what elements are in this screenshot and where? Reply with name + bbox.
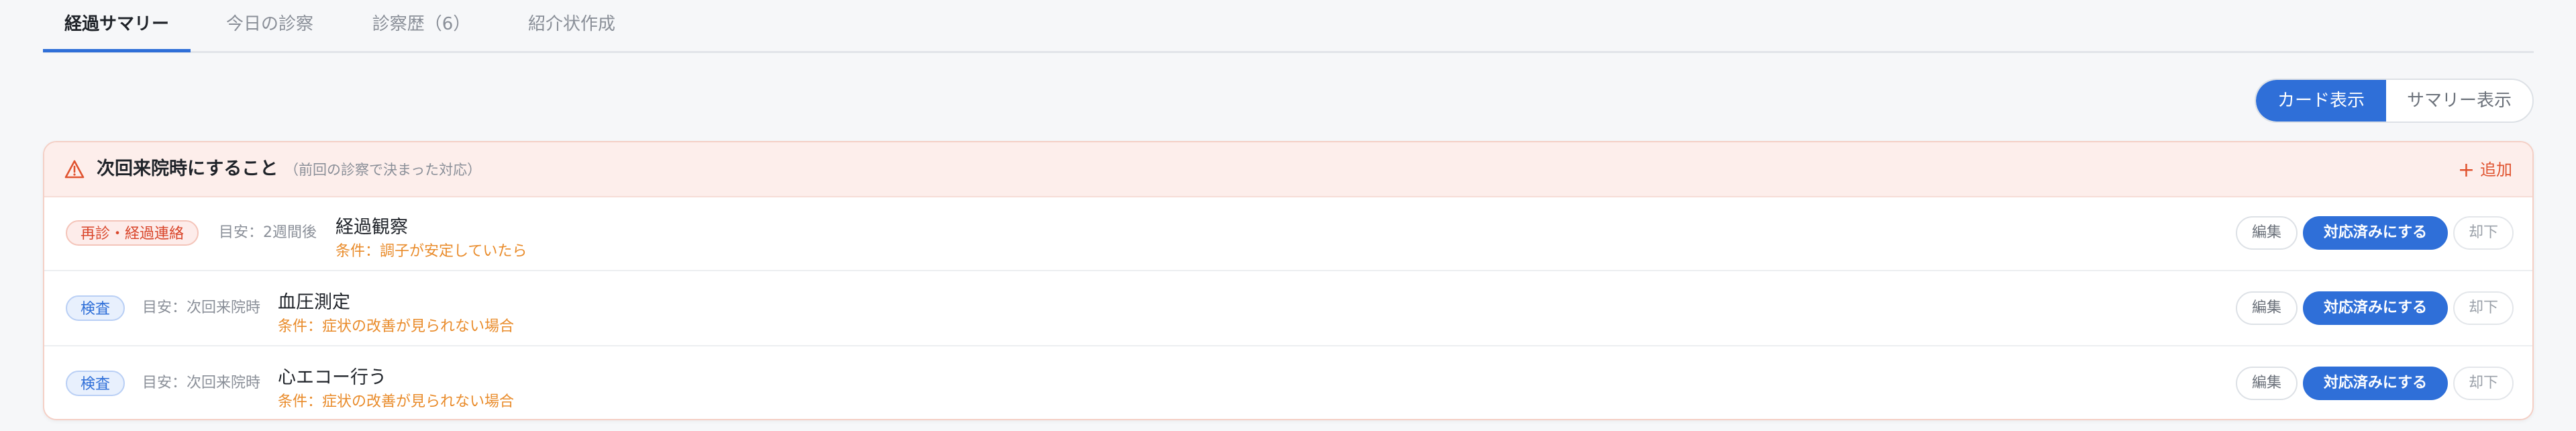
edit-button[interactable]: 編集	[2236, 291, 2298, 325]
tab-today-exam[interactable]: 今日の診察	[209, 0, 330, 51]
item-condition: 条件：症状の改善が見られない場合	[278, 318, 515, 335]
reject-button[interactable]: 却下	[2453, 367, 2514, 400]
reject-button[interactable]: 却下	[2453, 216, 2514, 250]
card-title: 次回来院時にすること	[97, 158, 278, 179]
list-item: 検査 目安：次回来院時 血圧測定 条件：症状の改善が見られない場合 編集 対応済…	[44, 271, 2532, 346]
card-header: 次回来院時にすること （前回の診察で決まった対応） + 追加	[44, 142, 2532, 197]
tab-referral-letter[interactable]: 紹介状作成	[510, 0, 633, 51]
category-tag: 検査	[66, 371, 125, 396]
list-item: 検査 目安：次回来院時 心エコー行う 条件：症状の改善が見られない場合 編集 対…	[44, 346, 2532, 419]
summary-view-button[interactable]: サマリー表示	[2386, 80, 2532, 122]
next-visit-card: 次回来院時にすること （前回の診察で決まった対応） + 追加 再診・経過連絡 目安…	[43, 141, 2534, 420]
category-tag: 再診・経過連絡	[66, 220, 199, 246]
item-title: 経過観察	[336, 217, 408, 238]
add-label: 追加	[2480, 160, 2512, 179]
card-subtitle: （前回の診察で決まった対応）	[285, 162, 482, 178]
item-condition: 条件：調子が安定していたら	[336, 243, 527, 260]
tab-bar: 経過サマリー 今日の診察 診察歴（6） 紹介状作成	[43, 0, 2534, 53]
add-button[interactable]: + 追加	[2458, 142, 2512, 197]
list-item: 再診・経過連絡 目安：2週間後 経過観察 条件：調子が安定していたら 編集 対応…	[44, 196, 2532, 271]
edit-button[interactable]: 編集	[2236, 367, 2298, 400]
view-toggle: カード表示 サマリー表示	[2255, 79, 2534, 123]
mark-done-button[interactable]: 対応済みにする	[2303, 367, 2448, 400]
card-view-button[interactable]: カード表示	[2256, 80, 2386, 122]
edit-button[interactable]: 編集	[2236, 216, 2298, 250]
reject-button[interactable]: 却下	[2453, 291, 2514, 325]
category-tag: 検査	[66, 295, 125, 321]
guide-text: 目安：次回来院時	[142, 299, 261, 316]
guide-text: 目安：次回来院時	[142, 375, 261, 391]
mark-done-button[interactable]: 対応済みにする	[2303, 291, 2448, 325]
guide-text: 目安：2週間後	[219, 224, 317, 241]
item-title: 血圧測定	[278, 292, 350, 313]
item-title: 心エコー行う	[278, 367, 387, 388]
warning-icon	[64, 160, 85, 179]
mark-done-button[interactable]: 対応済みにする	[2303, 216, 2448, 250]
plus-icon: +	[2457, 158, 2475, 182]
item-condition: 条件：症状の改善が見られない場合	[278, 393, 515, 410]
tab-exam-history[interactable]: 診察歴（6）	[348, 0, 495, 51]
tab-progress-summary[interactable]: 経過サマリー	[43, 0, 191, 52]
